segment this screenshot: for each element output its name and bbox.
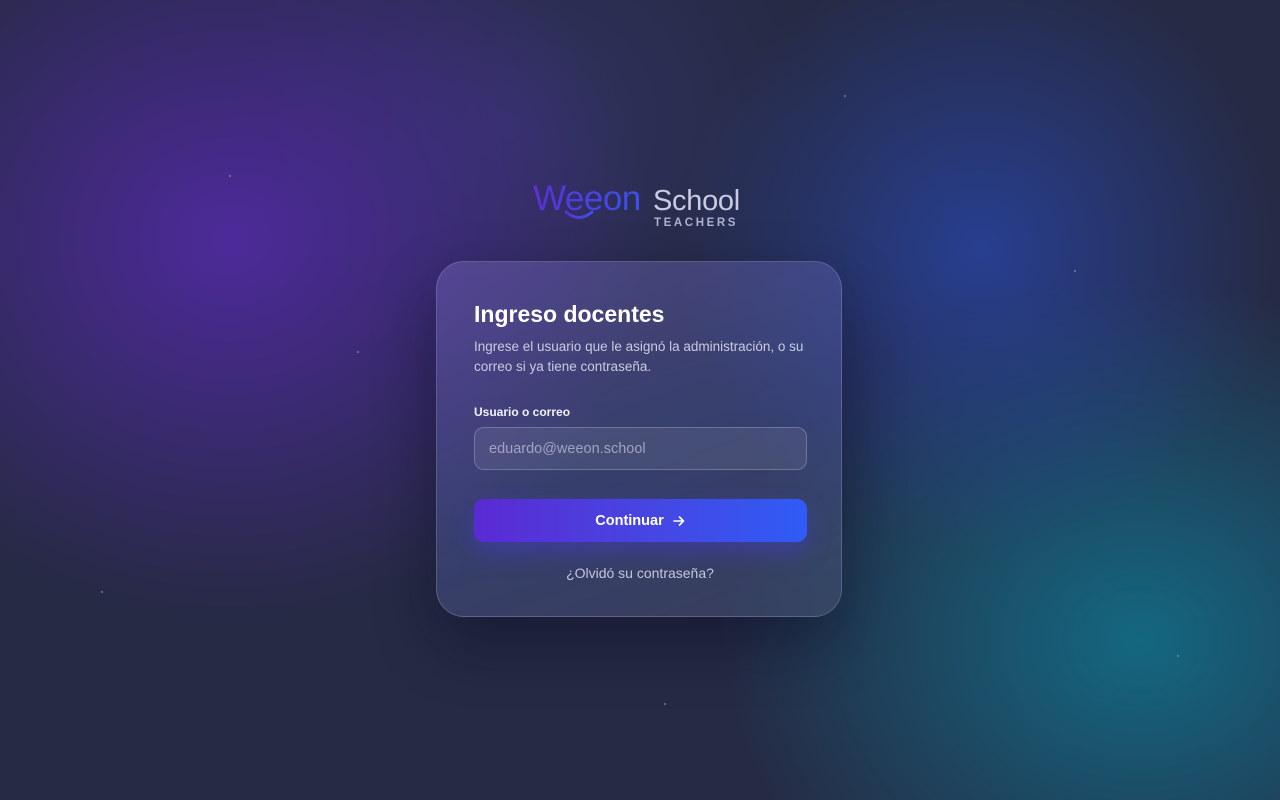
username-input[interactable] — [474, 427, 807, 470]
smile-icon — [564, 210, 594, 219]
forgot-password-link[interactable]: ¿Olvidó su contraseña? — [437, 564, 843, 582]
arrow-right-icon — [672, 515, 685, 526]
logo-tagline: TEACHERS — [654, 217, 739, 229]
background-star — [1177, 655, 1179, 657]
page-title: Ingreso docentes — [474, 301, 665, 327]
continue-button-label: Continuar — [595, 512, 664, 529]
background-star — [664, 703, 666, 705]
username-label: Usuario o correo — [474, 405, 571, 419]
background-star — [357, 351, 359, 353]
login-card: Ingreso docentes Ingrese el usuario que … — [436, 261, 842, 617]
background-star — [101, 591, 103, 593]
background-star — [844, 95, 846, 97]
brand-logo: Weeon School TEACHERS — [533, 180, 749, 232]
login-instructions: Ingrese el usuario que le asignó la admi… — [474, 339, 804, 374]
background-star — [229, 175, 231, 177]
background-star — [1074, 270, 1076, 272]
continue-button[interactable]: Continuar — [474, 499, 807, 542]
logo-product-text: School — [653, 185, 740, 217]
